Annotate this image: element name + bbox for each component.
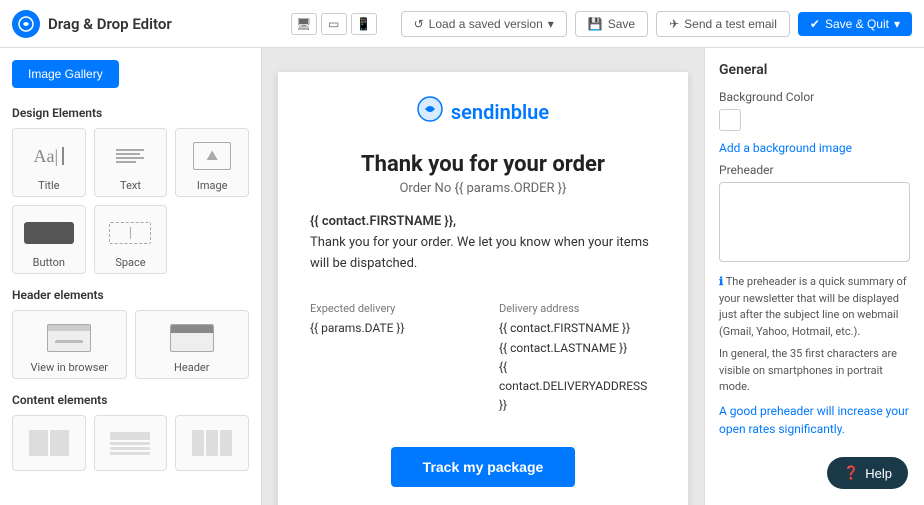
info-text2: In general, the 35 first characters are … — [719, 346, 910, 396]
open-rates-link[interactable]: A good preheader will increase your open… — [719, 404, 909, 437]
header-elements-grid: View in browser Header — [12, 310, 249, 379]
space-icon — [109, 222, 151, 244]
design-elements-heading: Design Elements — [12, 106, 249, 120]
content-elements-heading: Content elements — [12, 393, 249, 407]
element-space-label: Space — [115, 256, 145, 269]
tablet-icon[interactable]: ▭ — [321, 13, 347, 35]
desktop-icon[interactable]: 🖥 — [291, 13, 317, 35]
element-image-label: Image — [197, 179, 228, 192]
email-logo: sendinblue — [310, 96, 656, 128]
check-icon: ✔ — [810, 17, 820, 31]
content-elements-grid — [12, 415, 249, 471]
bg-color-swatch[interactable] — [719, 109, 741, 131]
element-header-label: Header — [174, 361, 209, 374]
save-icon: 💾 — [588, 17, 603, 31]
element-header[interactable]: Header — [135, 310, 250, 379]
help-button[interactable]: ❓ Help — [827, 457, 908, 489]
toolbar: Drag & Drop Editor 🖥 ▭ 📱 ↺ Load a saved … — [0, 0, 924, 48]
info-link-text: A good preheader will increase your open… — [719, 402, 910, 439]
add-bg-image-link[interactable]: Add a background image — [719, 141, 910, 155]
bg-color-label: Background Color — [719, 90, 910, 104]
email-delivery: Expected delivery {{ params.DATE }} Deli… — [278, 286, 688, 431]
header-elements-heading: Header elements — [12, 288, 249, 302]
left-panel: Image Gallery Design Elements Aa| Title … — [0, 48, 262, 505]
right-panel: General Background Color Add a backgroun… — [704, 48, 924, 505]
content3-icon — [192, 430, 232, 456]
element-title[interactable]: Aa| Title — [12, 128, 86, 197]
main-layout: Image Gallery Design Elements Aa| Title … — [0, 48, 924, 505]
load-version-button[interactable]: ↺ Load a saved version ▾ — [401, 11, 567, 37]
send-icon: ✈ — [669, 17, 679, 31]
design-elements-grid: Aa| Title Text Image — [12, 128, 249, 274]
address-lastname: {{ contact.LASTNAME }} — [499, 339, 656, 358]
save-quit-button[interactable]: ✔ Save & Quit ▾ — [798, 12, 912, 36]
general-heading: General — [719, 62, 910, 78]
text-icon — [112, 147, 148, 165]
element-content3[interactable] — [175, 415, 249, 471]
element-space[interactable]: Space — [94, 205, 168, 274]
element-view-browser-label: View in browser — [30, 361, 108, 374]
email-canvas: sendinblue Thank you for your order Orde… — [262, 48, 704, 505]
delivery-label: Expected delivery — [310, 302, 467, 315]
delivery-value: {{ params.DATE }} — [310, 319, 467, 338]
email-cta: Track my package — [278, 431, 688, 505]
title-icon: Aa| — [34, 147, 65, 165]
email-body-text: Thank you for your order. We let you kno… — [310, 233, 656, 275]
address-label: Delivery address — [499, 302, 656, 315]
content2-icon — [110, 432, 150, 455]
brand: Drag & Drop Editor — [12, 10, 172, 38]
address-firstname: {{ contact.FIRSTNAME }} — [499, 319, 656, 338]
email-order-no: Order No {{ params.ORDER }} — [310, 181, 656, 196]
email-title: Thank you for your order — [310, 152, 656, 177]
toolbar-title: Drag & Drop Editor — [48, 15, 172, 33]
help-icon: ❓ — [843, 465, 859, 481]
element-view-browser[interactable]: View in browser — [12, 310, 127, 379]
header-icon — [170, 324, 214, 352]
element-text[interactable]: Text — [94, 128, 168, 197]
element-button-label: Button — [33, 256, 65, 269]
mobile-icon[interactable]: 📱 — [351, 13, 377, 35]
load-version-icon: ↺ — [414, 17, 424, 31]
email-heading: Thank you for your order Order No {{ par… — [278, 140, 688, 200]
toolbar-actions: ↺ Load a saved version ▾ 💾 Save ✈ Send a… — [401, 11, 912, 37]
element-content1[interactable] — [12, 415, 86, 471]
address-value: {{ contact.FIRSTNAME }} {{ contact.LASTN… — [499, 319, 656, 415]
delivery-address-col: Delivery address {{ contact.FIRSTNAME }}… — [499, 302, 656, 415]
device-icons: 🖥 ▭ 📱 — [291, 13, 377, 35]
brand-logo-icon — [12, 10, 40, 38]
email-body: {{ contact.FIRSTNAME }}, Thank you for y… — [278, 200, 688, 286]
element-image[interactable]: Image — [175, 128, 249, 197]
bg-color-row — [719, 109, 910, 131]
email-greeting: {{ contact.FIRSTNAME }}, — [310, 212, 656, 233]
info-box: ℹ The preheader is a quick summary of yo… — [719, 274, 910, 439]
email-preview: sendinblue Thank you for your order Orde… — [278, 72, 688, 505]
preheader-label: Preheader — [719, 163, 910, 177]
button-icon — [24, 222, 74, 244]
image-gallery-button[interactable]: Image Gallery — [12, 60, 119, 88]
content1-icon — [29, 430, 69, 456]
view-browser-icon — [47, 324, 91, 352]
send-test-email-button[interactable]: ✈ Send a test email — [656, 11, 790, 37]
logo-text: sendinblue — [451, 100, 549, 124]
element-content2[interactable] — [94, 415, 168, 471]
element-button[interactable]: Button — [12, 205, 86, 274]
preheader-textarea[interactable] — [719, 182, 910, 262]
element-text-label: Text — [120, 179, 141, 192]
email-logo-area: sendinblue — [278, 72, 688, 140]
info-text1: ℹ The preheader is a quick summary of yo… — [719, 274, 910, 340]
track-package-button[interactable]: Track my package — [391, 447, 576, 487]
info-icon: ℹ — [719, 275, 723, 288]
logo-icon — [417, 96, 443, 128]
dropdown-icon: ▾ — [894, 17, 900, 31]
image-icon — [193, 142, 231, 170]
save-button[interactable]: 💾 Save — [575, 11, 648, 37]
chevron-down-icon: ▾ — [548, 17, 554, 31]
element-title-label: Title — [38, 179, 59, 192]
address-delivery: {{ contact.DELIVERYADDRESS }} — [499, 358, 656, 416]
delivery-date-col: Expected delivery {{ params.DATE }} — [310, 302, 467, 415]
